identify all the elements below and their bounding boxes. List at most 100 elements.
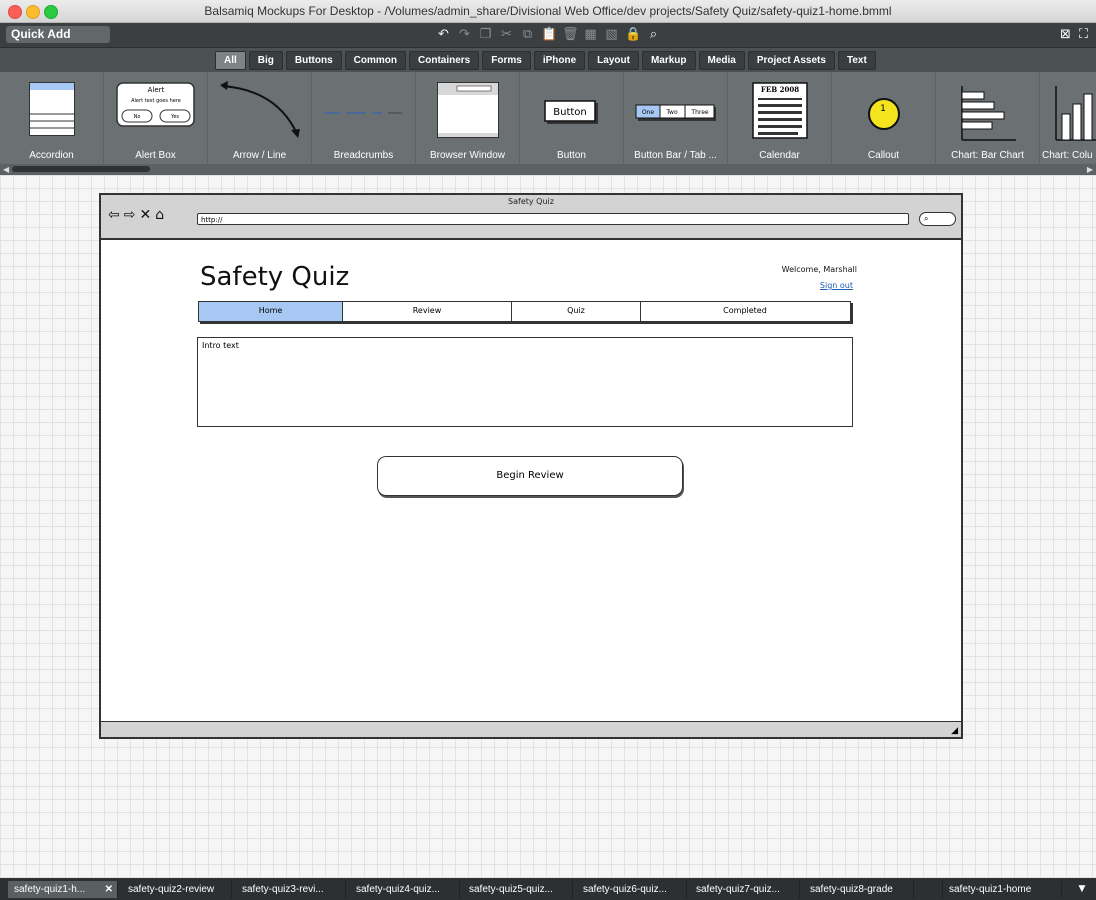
category-markup[interactable]: Markup	[641, 51, 696, 70]
browser-search-field[interactable]: ⌕	[919, 212, 956, 226]
library-item-column-chart[interactable]: Chart: Colu	[1040, 72, 1096, 164]
library-item-breadcrumbs[interactable]: Breadcrumbs	[312, 72, 416, 164]
category-common[interactable]: Common	[344, 51, 407, 70]
doc-tab[interactable]: safety-quiz7-quiz...	[690, 881, 800, 898]
scroll-left-icon[interactable]: ◀	[3, 164, 9, 175]
button-bar-thumb-three: Three	[690, 109, 708, 116]
callout-thumbnail: 1	[867, 98, 900, 130]
home-icon[interactable]: ⌂	[155, 207, 164, 223]
tab-home[interactable]: Home	[199, 302, 343, 321]
toolbar-icons: ↶ ↷ ❐ ✂ ⧉ 📋 🗑 ▦ ▧ 🔒 ⌕	[436, 26, 661, 44]
browser-window-thumbnail	[436, 82, 499, 138]
category-project-assets[interactable]: Project Assets	[747, 51, 835, 70]
scroll-right-icon[interactable]: ▶	[1087, 164, 1093, 175]
library-item-alert-box[interactable]: Alert Alert text goes here No Yes Alert …	[104, 72, 208, 164]
calendar-thumb-month: FEB 2008	[760, 85, 798, 94]
breadcrumbs-thumbnail	[323, 112, 402, 114]
category-containers[interactable]: Containers	[409, 51, 480, 70]
library-item-bar-chart[interactable]: Chart: Bar Chart	[936, 72, 1040, 164]
library-item-label: Accordion	[29, 150, 74, 161]
library-item-button[interactable]: Button Button	[520, 72, 624, 164]
category-iphone[interactable]: iPhone	[533, 51, 586, 70]
library-item-accordion[interactable]: Accordion	[0, 72, 104, 164]
library-item-label: Arrow / Line	[232, 150, 287, 161]
category-buttons[interactable]: Buttons	[285, 51, 342, 70]
category-media[interactable]: Media	[698, 51, 745, 70]
button-bar-thumb-two: Two	[665, 109, 678, 116]
resize-grip-icon[interactable]: ◢	[951, 726, 958, 736]
category-forms[interactable]: Forms	[482, 51, 531, 70]
back-arrow-icon[interactable]: ⇦	[108, 207, 120, 223]
button-bar-thumbnail: One Two Three	[635, 104, 716, 121]
doc-tab[interactable]: safety-quiz4-quiz...	[350, 881, 460, 898]
library-item-callout[interactable]: 1 Callout	[832, 72, 936, 164]
fullscreen-icon[interactable]: ⛶	[1079, 26, 1088, 44]
delete-icon[interactable]: 🗑	[562, 26, 579, 44]
window-title: Balsamiq Mockups For Desktop - /Volumes/…	[204, 4, 892, 18]
tab-review[interactable]: Review	[343, 302, 512, 321]
button-thumb-text: Button	[553, 107, 587, 118]
alert-thumb-body: Alert text goes here	[131, 98, 181, 104]
arrow-line-thumbnail	[219, 81, 300, 138]
doc-tab[interactable]: safety-quiz6-quiz...	[577, 881, 687, 898]
page-title: Safety Quiz	[200, 262, 350, 292]
cut-icon[interactable]: ✂	[499, 26, 514, 44]
doc-tab[interactable]: safety-quiz5-quiz...	[463, 881, 573, 898]
doc-tab-label: safety-quiz1-h...	[14, 884, 86, 895]
button-thumbnail: Button	[543, 100, 598, 124]
library-item-label: Chart: Bar Chart	[951, 150, 1024, 161]
document-tabs: safety-quiz1-h... ✕ safety-quiz2-review …	[0, 878, 1096, 900]
accordion-thumbnail	[28, 82, 75, 136]
mockup-browser-window[interactable]: Safety Quiz ⇦ ⇨ ✕ ⌂ http:// ⌕ Safety Qui…	[99, 193, 963, 739]
begin-review-button[interactable]: Begin Review	[377, 456, 683, 496]
library-item-label: Button	[557, 150, 586, 161]
library-item-browser-window[interactable]: Browser Window	[416, 72, 520, 164]
library-item-label: Browser Window	[429, 150, 506, 161]
library-item-calendar[interactable]: FEB 2008 Calendar	[728, 72, 832, 164]
toolbar: Quick Add ↶ ↷ ❐ ✂ ⧉ 📋 🗑 ▦ ▧ 🔒 ⌕ ⊠ ⛶	[0, 23, 1096, 47]
doc-tab[interactable]: safety-quiz1-h... ✕	[8, 881, 118, 898]
button-bar-thumb-one: One	[641, 109, 654, 116]
library-item-arrow-line[interactable]: Arrow / Line	[208, 72, 312, 164]
duplicate-icon[interactable]: ⧉	[520, 26, 535, 44]
library-scrollbar[interactable]: ◀ ▶	[0, 164, 1096, 175]
tab-quiz[interactable]: Quiz	[512, 302, 641, 321]
callout-thumb-number: 1	[880, 104, 886, 114]
column-chart-thumbnail	[1055, 86, 1096, 141]
sign-out-link[interactable]: Sign out	[820, 281, 853, 290]
calendar-thumbnail: FEB 2008	[751, 82, 808, 139]
doc-tab[interactable]: safety-quiz2-review	[122, 881, 232, 898]
category-layout[interactable]: Layout	[588, 51, 639, 70]
alert-thumb-no: No	[133, 114, 140, 120]
forward-arrow-icon[interactable]: ⇨	[124, 207, 136, 223]
category-text[interactable]: Text	[837, 51, 876, 70]
close-view-icon[interactable]: ⊠	[1060, 26, 1071, 44]
search-icon[interactable]: ⌕	[646, 26, 661, 44]
alert-box-thumbnail: Alert Alert text goes here No Yes	[115, 82, 195, 127]
tab-completed[interactable]: Completed	[641, 302, 849, 321]
doc-tab[interactable]: safety-quiz3-revi...	[236, 881, 346, 898]
ungroup-icon[interactable]: ▧	[604, 26, 619, 44]
library-item-button-bar[interactable]: One Two Three Button Bar / Tab ...	[624, 72, 728, 164]
undo-icon[interactable]: ↶	[436, 26, 451, 44]
url-field[interactable]: http://	[197, 213, 909, 225]
current-doc-selector[interactable]: safety-quiz1-home	[942, 881, 1062, 898]
library-item-label: Calendar	[759, 150, 800, 161]
category-all[interactable]: All	[215, 51, 246, 70]
library-item-label: Button Bar / Tab ...	[634, 150, 717, 161]
alert-thumb-yes: Yes	[169, 114, 178, 120]
library-scrollbar-thumb[interactable]	[12, 166, 150, 172]
library-item-label: Callout	[867, 150, 900, 161]
lock-icon[interactable]: 🔒	[625, 26, 641, 44]
category-big[interactable]: Big	[248, 51, 283, 70]
group-icon[interactable]: ▦	[583, 26, 598, 44]
close-tab-icon[interactable]: ✕	[105, 881, 113, 898]
copy-icon[interactable]: ❐	[478, 26, 493, 44]
paste-icon[interactable]: 📋	[541, 26, 557, 44]
quick-add-input[interactable]: Quick Add	[6, 26, 110, 43]
stop-icon[interactable]: ✕	[139, 207, 151, 223]
chevron-down-icon[interactable]: ▼	[1074, 881, 1090, 898]
doc-tab[interactable]: safety-quiz8-grade	[804, 881, 914, 898]
redo-icon[interactable]: ↷	[457, 26, 472, 44]
welcome-text: Welcome, Marshall	[781, 265, 857, 274]
